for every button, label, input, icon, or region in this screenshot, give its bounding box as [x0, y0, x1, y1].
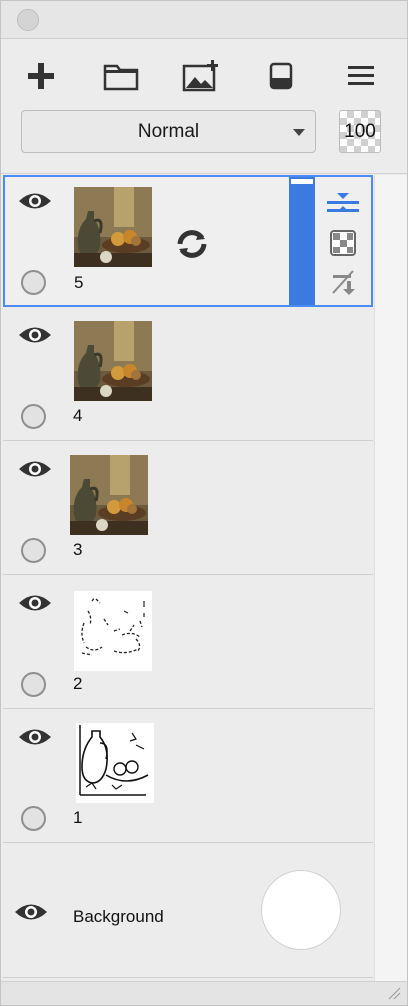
layer-thumbnail	[70, 455, 148, 535]
layer-select-radio[interactable]	[21, 538, 46, 563]
layer-thumbnail	[74, 591, 152, 671]
scrollbar-track[interactable]	[374, 175, 407, 981]
sync-icon[interactable]	[175, 227, 209, 261]
fit-vertical-icon[interactable]	[327, 189, 359, 217]
layer-thumbnail	[74, 187, 152, 267]
layer-name: 4	[73, 406, 83, 425]
layer-select-radio[interactable]	[21, 270, 46, 295]
resize-grip-icon[interactable]	[387, 986, 401, 1000]
eye-icon[interactable]	[17, 323, 53, 347]
transparency-icon[interactable]	[327, 229, 359, 257]
status-bar	[1, 981, 407, 1005]
layer-row-4[interactable]: 4	[3, 309, 373, 441]
layer-name: 3	[73, 540, 83, 559]
layer-thumbnail	[74, 321, 152, 401]
eye-icon[interactable]	[17, 457, 53, 481]
background-layer-row[interactable]: Background	[3, 844, 373, 978]
layer-row-1[interactable]: 1	[3, 711, 373, 843]
layer-opacity-slider[interactable]	[289, 177, 315, 305]
eye-icon[interactable]	[17, 591, 53, 615]
blend-mode-select[interactable]: Normal	[21, 110, 316, 153]
layer-select-radio[interactable]	[21, 806, 46, 831]
folder-icon	[103, 64, 139, 91]
layer-row-5[interactable]: 5	[3, 175, 373, 307]
image-plus-icon	[182, 60, 218, 92]
opacity-value: 100	[344, 120, 376, 142]
eraser-button[interactable]	[261, 58, 301, 94]
layer-row-3[interactable]: 3	[3, 443, 373, 575]
add-layer-button[interactable]	[21, 58, 61, 94]
layer-name: 1	[73, 808, 83, 827]
layers-toolbar: Normal 100	[1, 40, 407, 174]
layers-panel-window: Normal 100 5 4 3 2 1 Background	[0, 0, 408, 1006]
plus-icon	[28, 63, 54, 89]
slider-handle[interactable]	[289, 177, 315, 186]
opacity-field[interactable]: 100	[339, 110, 381, 153]
layer-select-radio[interactable]	[21, 672, 46, 697]
hamburger-icon	[348, 66, 374, 85]
eye-icon[interactable]	[13, 900, 49, 924]
add-group-button[interactable]	[101, 58, 141, 94]
layer-name: 5	[74, 273, 84, 292]
chevron-down-icon	[293, 129, 305, 136]
eye-icon[interactable]	[17, 725, 53, 749]
layer-row-2[interactable]: 2	[3, 577, 373, 709]
background-color-swatch[interactable]	[261, 870, 341, 950]
eye-icon[interactable]	[17, 189, 53, 213]
add-image-button[interactable]	[181, 58, 221, 94]
layer-select-radio[interactable]	[21, 404, 46, 429]
merge-down-icon[interactable]	[327, 269, 359, 297]
title-bar	[1, 1, 407, 39]
eraser-icon	[269, 62, 293, 90]
layer-name: 2	[73, 674, 83, 693]
blend-mode-value: Normal	[137, 120, 200, 142]
menu-button[interactable]	[341, 58, 381, 94]
layer-thumbnail	[76, 723, 154, 803]
close-window-button[interactable]	[17, 9, 39, 31]
layer-name: Background	[73, 907, 164, 926]
